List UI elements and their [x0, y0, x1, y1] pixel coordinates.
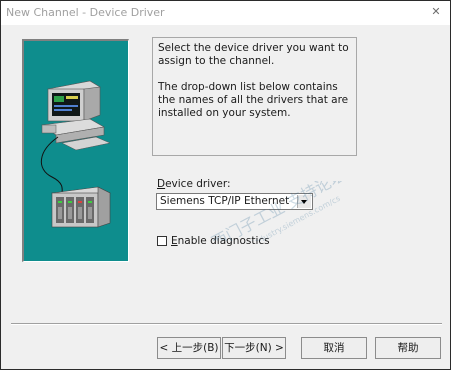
device-driver-label-mnemonic: D: [157, 178, 166, 190]
enable-diagnostics-checkbox[interactable]: [157, 236, 167, 246]
device-driver-label: Device driver:: [157, 178, 231, 190]
device-driver-dialog: New Channel - Device Driver ✕ Select the…: [0, 0, 451, 370]
description-box: Select the device driver you want to ass…: [152, 37, 357, 156]
enable-diagnostics-label-text: nable diagnostics: [177, 235, 270, 247]
footer-divider-highlight: [11, 324, 442, 325]
description-paragraph-2: The drop-down list below contains the na…: [158, 81, 349, 119]
next-button[interactable]: 下一步(N) >: [222, 337, 286, 359]
computer-plc-illustration: [22, 39, 129, 262]
description-paragraph-1: Select the device driver you want to ass…: [158, 42, 349, 67]
back-button[interactable]: < 上一步(B): [157, 337, 221, 359]
title-bar[interactable]: New Channel - Device Driver ✕: [1, 1, 450, 25]
window-title: New Channel - Device Driver: [6, 6, 165, 19]
enable-diagnostics-label[interactable]: Enable diagnostics: [171, 235, 270, 247]
device-driver-dropdown[interactable]: Siemens TCP/IP Ethernet: [156, 193, 313, 210]
device-driver-selected: Siemens TCP/IP Ethernet: [160, 195, 290, 207]
illustration-graphic: [41, 80, 112, 228]
device-driver-label-text: evice driver:: [165, 178, 231, 190]
help-button[interactable]: 帮助: [375, 337, 441, 359]
cancel-button[interactable]: 取消: [301, 337, 367, 359]
close-icon[interactable]: ✕: [428, 4, 444, 20]
chevron-down-icon[interactable]: [297, 195, 311, 208]
enable-diagnostics-label-mnemonic: E: [171, 235, 178, 247]
